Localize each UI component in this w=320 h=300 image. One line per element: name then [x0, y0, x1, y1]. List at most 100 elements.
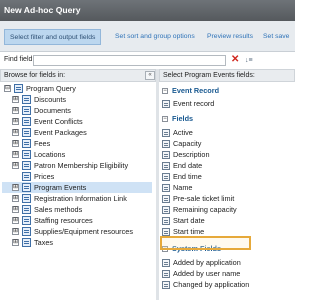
field-label: Active — [173, 128, 193, 137]
tree-node-label: Patron Membership Eligibility — [34, 161, 129, 170]
field-changed-by-application[interactable]: Changed by application — [159, 279, 295, 290]
field-label: Changed by application — [173, 280, 250, 289]
tree-node-program-events[interactable]: ⊞ Program Events — [2, 182, 152, 193]
field-icon — [162, 100, 170, 108]
section-fields[interactable]: − Fields — [159, 113, 295, 125]
table-icon — [22, 238, 31, 247]
field-icon — [162, 228, 170, 236]
field-label: End date — [173, 161, 203, 170]
tree-node-program-query[interactable]: ⊟ Program Query — [2, 83, 152, 94]
find-field-input[interactable] — [33, 55, 226, 66]
expand-icon[interactable]: ⊞ — [12, 206, 19, 213]
section-title: Fields — [172, 114, 194, 123]
find-field-label: Find field: — [4, 56, 35, 63]
expand-icon[interactable]: ⊞ — [12, 228, 19, 235]
table-icon — [22, 183, 31, 192]
tree-node-event-conflicts[interactable]: ⊞ Event Conflicts — [2, 116, 152, 127]
field-description[interactable]: Description — [159, 149, 295, 160]
field-label: End time — [173, 172, 202, 181]
table-icon — [22, 150, 31, 159]
field-name[interactable]: Name — [159, 182, 295, 193]
expand-icon[interactable]: ⊞ — [12, 140, 19, 147]
table-icon — [22, 106, 31, 115]
expand-icon[interactable]: ⊞ — [12, 129, 19, 136]
field-icon — [162, 281, 170, 289]
field-icon — [162, 270, 170, 278]
section-event-record[interactable]: − Event Record — [159, 85, 295, 97]
table-icon — [22, 139, 31, 148]
table-icon — [14, 84, 23, 93]
table-icon — [22, 117, 31, 126]
tree-node-staffing-resources[interactable]: ⊞ Staffing resources — [2, 215, 152, 226]
expand-icon[interactable]: ⊞ — [12, 239, 19, 246]
expand-icon[interactable]: ⊞ — [12, 107, 19, 114]
sort-fields-icon[interactable]: ↓≡ — [245, 55, 253, 66]
field-label: Capacity — [173, 139, 202, 148]
field-pre-sale-ticket-limit[interactable]: Pre-sale ticket limit — [159, 193, 295, 204]
field-remaining-capacity[interactable]: Remaining capacity — [159, 204, 295, 215]
field-end-time[interactable]: End time — [159, 171, 295, 182]
tree-node-event-packages[interactable]: ⊞ Event Packages — [2, 127, 152, 138]
tree-node-taxes[interactable]: ⊞ Taxes — [2, 237, 152, 248]
fields-panel-header: Select Program Events fields: — [159, 69, 295, 82]
table-icon — [22, 95, 31, 104]
tab-preview-results[interactable]: Preview results — [202, 29, 258, 45]
field-label: Added by application — [173, 258, 241, 267]
field-added-by-application[interactable]: Added by application — [159, 257, 295, 268]
clear-icon[interactable]: ✕ — [231, 54, 239, 66]
field-event-record[interactable]: Event record — [159, 98, 295, 109]
tree-node-fees[interactable]: ⊞ Fees — [2, 138, 152, 149]
tree-node-locations[interactable]: ⊞ Locations — [2, 149, 152, 160]
tree-node-label: Locations — [34, 150, 66, 159]
tree-node-supplies-equipment-resources[interactable]: ⊞ Supplies/Equipment resources — [2, 226, 152, 237]
field-icon — [162, 129, 170, 137]
tree-node-documents[interactable]: ⊞ Documents — [2, 105, 152, 116]
tree-node-discounts[interactable]: ⊞ Discounts — [2, 94, 152, 105]
expand-icon[interactable]: ⊞ — [12, 184, 19, 191]
tab-set-save[interactable]: Set save — [258, 29, 294, 45]
tree-node-label: Staffing resources — [34, 216, 93, 225]
tree-node-registration-information-link[interactable]: ⊞ Registration Information Link — [2, 193, 152, 204]
expand-icon[interactable]: ⊞ — [12, 151, 19, 158]
tree-node-sales-methods[interactable]: ⊞ Sales methods — [2, 204, 152, 215]
collapse-icon[interactable]: ⊟ — [4, 85, 11, 92]
field-end-date[interactable]: End date — [159, 160, 295, 171]
collapse-icon[interactable]: − — [162, 88, 168, 94]
section-title: Event Record — [172, 86, 220, 95]
find-row: Find field: ✕ ↓≡ — [0, 53, 295, 68]
browse-panel-header: Browse for fields in: « — [0, 69, 156, 82]
field-added-by-user-name[interactable]: Added by user name — [159, 268, 295, 279]
collapse-icon[interactable]: − — [162, 116, 168, 122]
field-icon — [162, 259, 170, 267]
field-icon — [162, 217, 170, 225]
tree-node-label: Documents — [34, 106, 71, 115]
field-start-date[interactable]: Start date — [159, 215, 295, 226]
expand-icon[interactable]: ⊞ — [12, 118, 19, 125]
tree-node-label: Prices — [34, 172, 55, 181]
expand-icon[interactable]: ⊞ — [12, 217, 19, 224]
field-icon — [162, 173, 170, 181]
field-active[interactable]: Active — [159, 127, 295, 138]
field-label: Start date — [173, 216, 205, 225]
table-icon — [22, 227, 31, 236]
tree-node-prices[interactable]: Prices — [2, 171, 152, 182]
expand-icon[interactable]: ⊞ — [12, 195, 19, 202]
field-icon — [162, 140, 170, 148]
remaining-capacity-highlight — [160, 236, 251, 250]
tree-node-label: Program Events — [34, 183, 87, 192]
expand-icon[interactable]: ⊞ — [12, 96, 19, 103]
fields-header-label: Select Program Events fields: — [163, 72, 255, 79]
tree-node-label: Event Conflicts — [34, 117, 83, 126]
table-icon — [22, 172, 31, 181]
tab-select-fields[interactable]: Select filter and output fields — [4, 29, 102, 45]
expand-icon[interactable]: ⊞ — [12, 162, 19, 169]
field-capacity[interactable]: Capacity — [159, 138, 295, 149]
tree-node-patron-membership-eligibility[interactable]: ⊞ Patron Membership Eligibility — [2, 160, 152, 171]
field-label: Remaining capacity — [173, 205, 237, 214]
table-icon — [22, 216, 31, 225]
tab-sort-group[interactable]: Set sort and group options — [110, 29, 200, 45]
browse-header-label: Browse for fields in: — [4, 72, 66, 79]
field-icon — [162, 151, 170, 159]
collapse-panel-button[interactable]: « — [145, 71, 155, 80]
field-label: Name — [173, 183, 193, 192]
